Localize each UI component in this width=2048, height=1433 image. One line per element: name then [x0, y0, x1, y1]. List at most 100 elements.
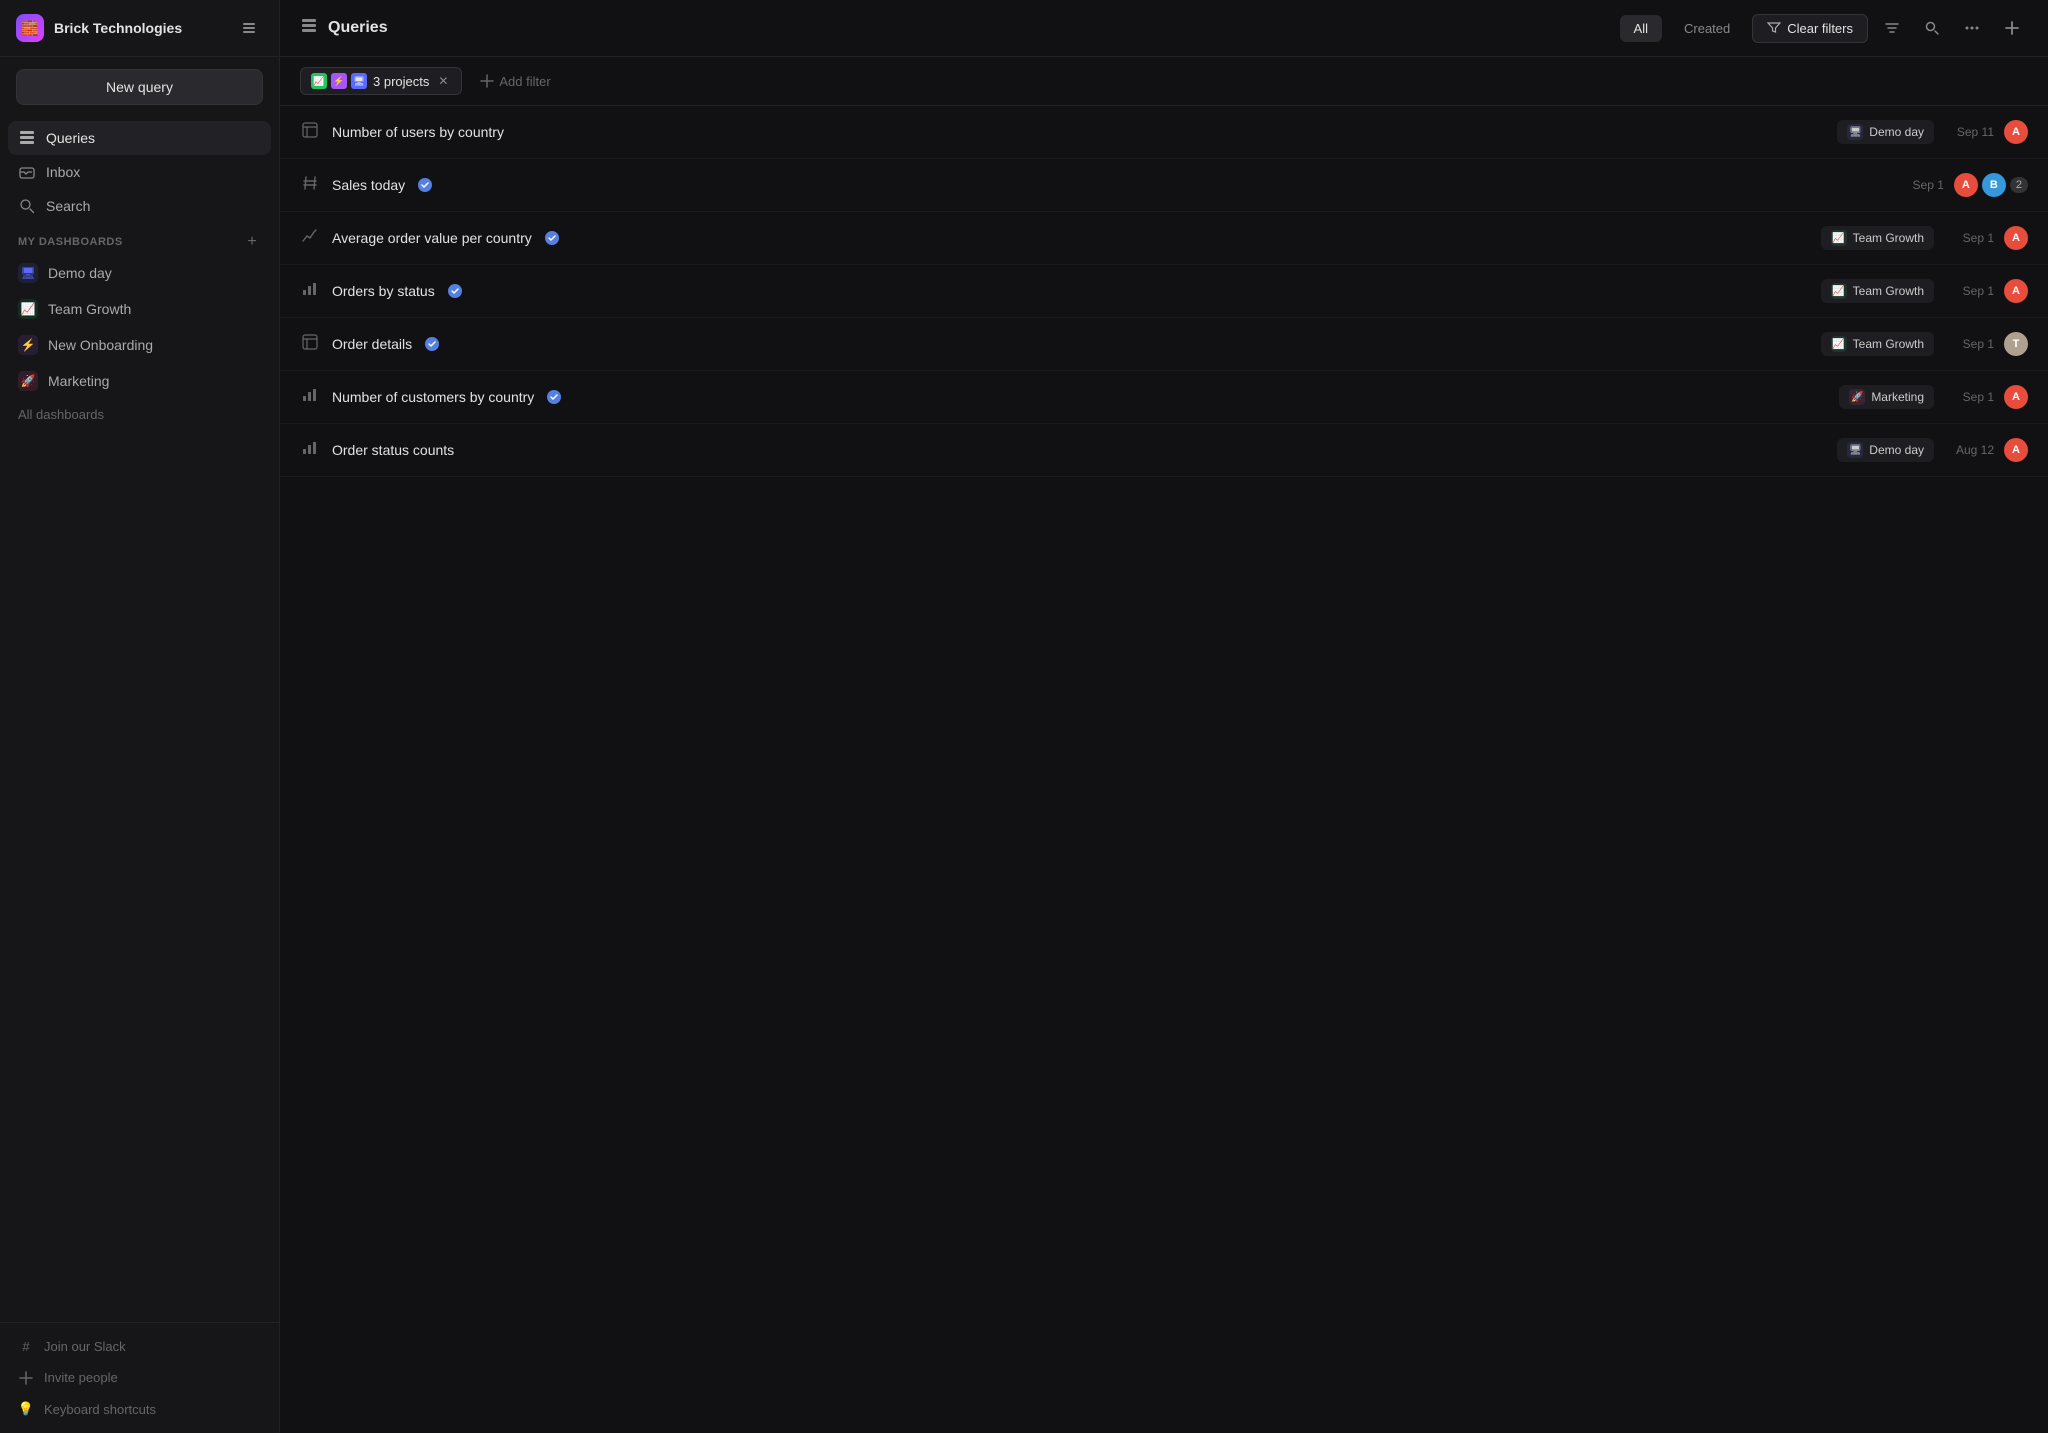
query-right: 🖥 Demo day Aug 12 A: [1837, 438, 2028, 462]
query-date: Sep 1: [1944, 390, 1994, 404]
footer-item-slack[interactable]: #Join our Slack: [8, 1331, 271, 1362]
new-onboarding-label: New Onboarding: [48, 337, 153, 353]
all-dashboards-link[interactable]: All dashboards: [8, 399, 271, 430]
sidebar-item-new-onboarding[interactable]: ⚡New Onboarding: [8, 327, 271, 363]
remove-filter-button[interactable]: ✕: [435, 73, 451, 89]
sidebar-header: 🧱 Brick Technologies: [0, 0, 279, 57]
badge-icon: 🖥: [1847, 124, 1863, 140]
dashboard-name: Demo day: [1869, 125, 1924, 139]
brand-name: Brick Technologies: [54, 20, 182, 36]
avatar: A: [2004, 120, 2028, 144]
query-right: 📈 Team Growth Sep 1 A: [1821, 279, 2028, 303]
chip-label: 3 projects: [373, 74, 429, 89]
query-left: Number of customers by country: [300, 387, 562, 408]
filter-bar: 📈 ⚡ 🖥 3 projects ✕ Add filter: [280, 57, 2048, 106]
verified-icon: [424, 336, 440, 352]
view-created-button[interactable]: Created: [1670, 15, 1744, 42]
query-type-icon: [300, 334, 320, 355]
shortcuts-icon: 💡: [18, 1401, 34, 1417]
verified-icon: [544, 230, 560, 246]
dashboard-badge: 🖥 Demo day: [1837, 438, 1934, 462]
demo-day-icon: 🖥: [18, 263, 38, 283]
sidebar-brand: 🧱 Brick Technologies: [16, 14, 182, 42]
table-row[interactable]: Order status counts 🖥 Demo day Aug 12 A: [280, 424, 2048, 477]
search-icon: [1924, 20, 1940, 36]
query-list: Number of users by country 🖥 Demo day Se…: [280, 106, 2048, 1433]
sort-icon: [1884, 20, 1900, 36]
query-right: 📈 Team Growth Sep 1 T: [1821, 332, 2028, 356]
query-name: Number of users by country: [332, 124, 504, 140]
table-row[interactable]: Number of users by country 🖥 Demo day Se…: [280, 106, 2048, 159]
table-row[interactable]: Orders by status 📈 Team Growth Sep 1 A: [280, 265, 2048, 318]
query-date: Sep 1: [1944, 284, 1994, 298]
query-date: Sep 1: [1894, 178, 1944, 192]
dashboard-name: Team Growth: [1853, 231, 1924, 245]
new-query-button[interactable]: New query: [16, 69, 263, 105]
sidebar-item-inbox[interactable]: Inbox: [8, 155, 271, 189]
my-dashboards-section: My dashboards +: [8, 223, 271, 255]
invite-label: Invite people: [44, 1370, 118, 1385]
table-row[interactable]: Average order value per country 📈 Team G…: [280, 212, 2048, 265]
queries-nav-label: Queries: [46, 130, 95, 146]
view-all-button[interactable]: All: [1620, 15, 1662, 42]
chip-icons: 📈 ⚡ 🖥: [311, 73, 367, 89]
add-dashboard-button[interactable]: +: [243, 233, 261, 251]
footer-item-shortcuts[interactable]: 💡 Keyboard shortcuts: [8, 1393, 271, 1425]
add-filter-label: Add filter: [499, 74, 550, 89]
inbox-nav-icon: [18, 163, 36, 181]
badge-icon: 🚀: [1849, 389, 1865, 405]
collapse-sidebar-button[interactable]: [235, 14, 263, 42]
query-left: Orders by status: [300, 281, 463, 302]
sidebar-item-search[interactable]: Search: [8, 189, 271, 223]
query-right: 📈 Team Growth Sep 1 A: [1821, 226, 2028, 250]
query-right: 🖥 Demo day Sep 11 A: [1837, 120, 2028, 144]
shortcuts-label: Keyboard shortcuts: [44, 1402, 156, 1417]
table-row[interactable]: Order details 📈 Team Growth Sep 1 T: [280, 318, 2048, 371]
avatar: B: [1982, 173, 2006, 197]
query-left: Order details: [300, 334, 440, 355]
dashboard-badge: 📈 Team Growth: [1821, 279, 1934, 303]
add-filter-button[interactable]: Add filter: [470, 69, 560, 94]
table-row[interactable]: Sales today Sep 1 A B 2: [280, 159, 2048, 212]
query-left: Number of users by country: [300, 122, 504, 143]
sidebar-item-demo-day[interactable]: 🖥Demo day: [8, 255, 271, 291]
brand-icon: 🧱: [16, 14, 44, 42]
dashboard-name: Team Growth: [1853, 284, 1924, 298]
avatar: T: [2004, 332, 2028, 356]
dashboard-badge: 🚀 Marketing: [1839, 385, 1934, 409]
search-button[interactable]: [1916, 12, 1948, 44]
dashboard-badge: 🖥 Demo day: [1837, 120, 1934, 144]
avatar: A: [2004, 226, 2028, 250]
inbox-nav-label: Inbox: [46, 164, 80, 180]
footer-item-invite[interactable]: Invite people: [8, 1362, 271, 1393]
query-right: Sep 1 A B 2: [1894, 173, 2028, 197]
topbar-right: All Created Clear filters: [1620, 12, 2028, 44]
projects-filter-chip[interactable]: 📈 ⚡ 🖥 3 projects ✕: [300, 67, 462, 95]
more-options-button[interactable]: [1956, 12, 1988, 44]
sidebar-item-team-growth[interactable]: 📈Team Growth: [8, 291, 271, 327]
chip-icon-2: ⚡: [331, 73, 347, 89]
sidebar-nav: Queries Inbox Search My dashboards + 🖥Demo…: [0, 117, 279, 1322]
search-nav-label: Search: [46, 198, 90, 214]
clear-filters-button[interactable]: Clear filters: [1752, 14, 1868, 43]
sidebar-item-queries[interactable]: Queries: [8, 121, 271, 155]
add-query-button[interactable]: [1996, 12, 2028, 44]
query-date: Sep 11: [1944, 125, 1994, 139]
sort-button[interactable]: [1876, 12, 1908, 44]
badge-icon: 🖥: [1847, 442, 1863, 458]
badge-icon: 📈: [1831, 283, 1847, 299]
query-date: Sep 1: [1944, 337, 1994, 351]
verified-icon: [546, 389, 562, 405]
sidebar-item-marketing[interactable]: 🚀Marketing: [8, 363, 271, 399]
query-type-icon: [300, 122, 320, 143]
my-dashboards-label: My dashboards: [18, 236, 123, 248]
chip-icon-1: 📈: [311, 73, 327, 89]
dashboard-badge: 📈 Team Growth: [1821, 226, 1934, 250]
query-left: Average order value per country: [300, 228, 560, 249]
page-title: Queries: [328, 19, 388, 37]
badge-icon: 📈: [1831, 336, 1847, 352]
dashboard-name: Team Growth: [1853, 337, 1924, 351]
query-type-icon: [300, 440, 320, 461]
table-row[interactable]: Number of customers by country 🚀 Marketi…: [280, 371, 2048, 424]
query-type-icon: [300, 228, 320, 249]
